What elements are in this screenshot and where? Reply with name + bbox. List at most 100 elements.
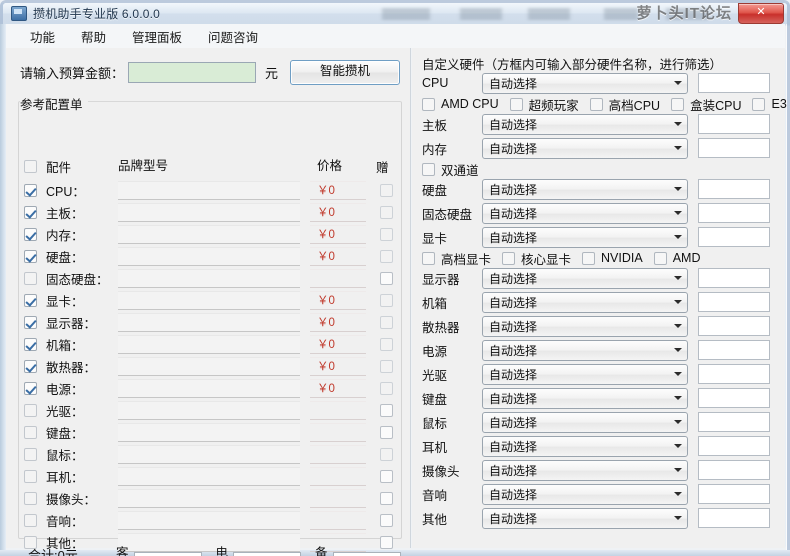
component-model-input[interactable] — [118, 378, 300, 398]
chevron-down-icon[interactable] — [670, 139, 686, 158]
component-model-input[interactable] — [118, 268, 300, 288]
chevron-down-icon[interactable] — [670, 341, 686, 360]
hardware-select-ssd[interactable]: 自动选择 — [482, 202, 688, 224]
component-enable-checkbox[interactable] — [24, 227, 37, 241]
hardware-select-hdd[interactable]: 自动选择 — [482, 178, 688, 200]
checkbox-icon[interactable] — [502, 251, 516, 265]
hardware-select-cpu[interactable]: 自动选择 — [482, 72, 688, 94]
component-model-input[interactable] — [118, 444, 300, 464]
component-gift-checkbox[interactable] — [380, 249, 393, 263]
component-gift-checkbox[interactable] — [380, 271, 393, 285]
hardware-select-optical-drive[interactable]: 自动选择 — [482, 363, 688, 385]
component-model-input[interactable] — [118, 246, 300, 266]
component-gift-checkbox[interactable] — [380, 227, 393, 241]
hardware-select-case[interactable]: 自动选择 — [482, 291, 688, 313]
hardware-filter-input-headset[interactable] — [698, 436, 770, 456]
component-model-input[interactable] — [118, 312, 300, 332]
component-enable-checkbox[interactable] — [24, 271, 37, 285]
chevron-down-icon[interactable] — [670, 269, 686, 288]
chevron-down-icon[interactable] — [670, 74, 686, 93]
chevron-down-icon[interactable] — [670, 485, 686, 504]
menu-item-help[interactable]: 帮助 — [72, 24, 115, 49]
menu-item-functions[interactable]: 功能 — [21, 24, 64, 49]
filter-checkbox[interactable]: 超频玩家 — [509, 95, 579, 114]
component-enable-checkbox[interactable] — [24, 513, 37, 527]
component-enable-checkbox[interactable] — [24, 293, 37, 307]
hardware-select-memory[interactable]: 自动选择 — [482, 137, 688, 159]
chevron-down-icon[interactable] — [670, 293, 686, 312]
component-gift-checkbox[interactable] — [380, 425, 393, 439]
hardware-select-cooler[interactable]: 自动选择 — [482, 315, 688, 337]
smart-build-button[interactable]: 智能攒机 — [290, 60, 401, 85]
hardware-filter-input-memory[interactable] — [698, 138, 770, 158]
chevron-down-icon[interactable] — [670, 115, 686, 134]
component-model-input[interactable] — [118, 400, 300, 420]
component-enable-checkbox[interactable] — [24, 315, 37, 329]
select-all-checkbox[interactable] — [24, 159, 37, 173]
component-model-input[interactable] — [118, 356, 300, 376]
component-model-input[interactable] — [118, 488, 300, 508]
component-enable-checkbox[interactable] — [24, 447, 37, 461]
component-model-input[interactable] — [118, 510, 300, 530]
component-enable-checkbox[interactable] — [24, 403, 37, 417]
checkbox-icon[interactable] — [422, 162, 435, 176]
component-gift-checkbox[interactable] — [380, 183, 393, 197]
filter-checkbox[interactable]: 双通道 — [422, 160, 479, 179]
filter-checkbox[interactable]: 盒装CPU — [671, 95, 741, 114]
hardware-filter-input-case[interactable] — [698, 292, 770, 312]
component-enable-checkbox[interactable] — [24, 249, 37, 263]
menu-item-support[interactable]: 问题咨询 — [199, 24, 267, 49]
component-enable-checkbox[interactable] — [24, 205, 37, 219]
chevron-down-icon[interactable] — [670, 180, 686, 199]
chevron-down-icon[interactable] — [670, 389, 686, 408]
checkbox-icon[interactable] — [752, 97, 766, 111]
hardware-select-motherboard[interactable]: 自动选择 — [482, 113, 688, 135]
hardware-filter-input-other[interactable] — [698, 508, 770, 528]
component-enable-checkbox[interactable] — [24, 183, 37, 197]
chevron-down-icon[interactable] — [670, 204, 686, 223]
budget-input[interactable] — [128, 62, 257, 83]
checkbox-icon[interactable] — [671, 97, 685, 111]
hardware-select-gpu[interactable]: 自动选择 — [482, 226, 688, 248]
filter-checkbox[interactable]: E3 CPU — [752, 97, 790, 111]
component-gift-checkbox[interactable] — [380, 381, 393, 395]
chevron-down-icon[interactable] — [670, 228, 686, 247]
component-enable-checkbox[interactable] — [24, 469, 37, 483]
component-enable-checkbox[interactable] — [24, 359, 37, 373]
filter-checkbox[interactable]: AMD — [653, 251, 701, 265]
hardware-select-monitor[interactable]: 自动选择 — [482, 267, 688, 289]
close-icon[interactable]: ✕ — [738, 3, 784, 24]
component-gift-checkbox[interactable] — [380, 469, 393, 483]
customer-input[interactable] — [133, 552, 202, 556]
hardware-filter-input-keyboard[interactable] — [698, 388, 770, 408]
filter-checkbox[interactable]: 核心显卡 — [502, 249, 571, 268]
phone-input[interactable] — [233, 552, 302, 556]
checkbox-icon[interactable] — [582, 251, 596, 265]
component-enable-checkbox[interactable] — [24, 425, 37, 439]
hardware-filter-input-webcam[interactable] — [698, 460, 770, 480]
hardware-filter-input-hdd[interactable] — [698, 179, 770, 199]
component-gift-checkbox[interactable] — [380, 359, 393, 373]
hardware-filter-input-psu[interactable] — [698, 340, 770, 360]
component-gift-checkbox[interactable] — [380, 315, 393, 329]
component-enable-checkbox[interactable] — [24, 337, 37, 351]
chevron-down-icon[interactable] — [670, 509, 686, 528]
chevron-down-icon[interactable] — [670, 365, 686, 384]
component-model-input[interactable] — [118, 202, 300, 222]
hardware-filter-input-motherboard[interactable] — [698, 114, 770, 134]
component-gift-checkbox[interactable] — [380, 293, 393, 307]
component-enable-checkbox[interactable] — [24, 491, 37, 505]
filter-checkbox[interactable]: 高档显卡 — [422, 249, 491, 268]
hardware-select-psu[interactable]: 自动选择 — [482, 339, 688, 361]
component-gift-checkbox[interactable] — [380, 447, 393, 461]
hardware-filter-input-ssd[interactable] — [698, 203, 770, 223]
filter-checkbox[interactable]: 高档CPU — [589, 95, 660, 114]
component-model-input[interactable] — [118, 180, 300, 200]
hardware-select-headset[interactable]: 自动选择 — [482, 435, 688, 457]
chevron-down-icon[interactable] — [670, 437, 686, 456]
component-model-input[interactable] — [118, 224, 300, 244]
hardware-filter-input-cpu[interactable] — [698, 73, 770, 93]
hardware-select-speakers[interactable]: 自动选择 — [482, 483, 688, 505]
filter-checkbox[interactable]: AMD CPU — [422, 97, 499, 111]
checkbox-icon[interactable] — [509, 97, 523, 111]
